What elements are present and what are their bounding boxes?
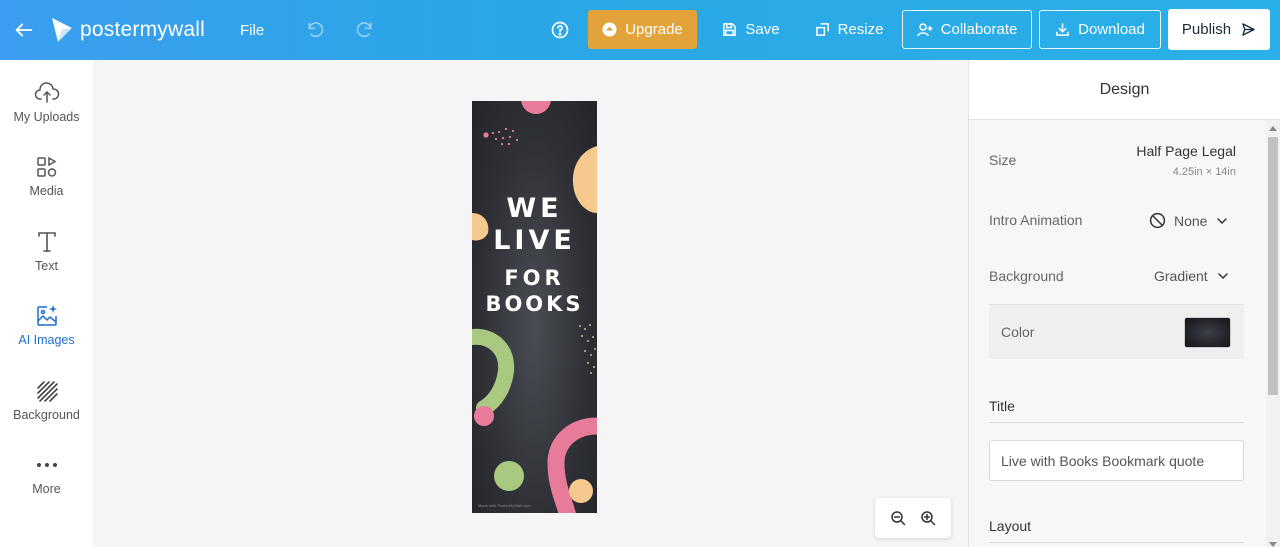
upgrade-icon <box>602 22 617 37</box>
scroll-thumb[interactable] <box>1268 137 1278 395</box>
chevron-down-icon <box>1217 217 1228 224</box>
brand-name: postermywall <box>80 18 205 41</box>
file-menu[interactable]: File <box>240 18 264 42</box>
zoom-controls <box>875 498 951 538</box>
background-icon <box>36 381 58 402</box>
background-value: Gradient <box>1154 268 1208 284</box>
upload-cloud-icon <box>34 82 59 103</box>
resize-button[interactable]: Resize <box>808 10 890 49</box>
sidebar-item-more[interactable]: More <box>0 452 93 496</box>
left-sidebar: My Uploads Media Text AI Images Backgrou… <box>0 60 93 547</box>
undo-icon[interactable] <box>304 18 328 42</box>
color-row: Color <box>989 304 1244 359</box>
color-swatch[interactable] <box>1184 317 1231 348</box>
poster-headline-line-4: BOOKS <box>485 292 584 316</box>
sidebar-item-my-uploads[interactable]: My Uploads <box>0 80 93 124</box>
download-label: Download <box>1078 21 1145 38</box>
zoom-out-icon[interactable] <box>890 510 906 526</box>
redo-icon[interactable] <box>352 18 376 42</box>
poster-headline-line-1: WE <box>506 193 563 224</box>
sidebar-item-background[interactable]: Background <box>0 378 93 422</box>
save-label: Save <box>745 21 780 38</box>
upgrade-label: Upgrade <box>625 21 683 38</box>
zoom-in-icon[interactable] <box>920 510 936 526</box>
logo-mark-icon <box>52 18 72 42</box>
color-label: Color <box>1001 324 1035 340</box>
canvas-area: WE LIVE FOR BOOKS Made with PosterMyWall… <box>93 60 968 547</box>
download-icon <box>1056 23 1070 36</box>
poster-headline-line-3: FOR <box>504 266 565 290</box>
sidebar-item-text[interactable]: Text <box>0 229 93 273</box>
title-heading: Title <box>989 398 1244 423</box>
brand-logo[interactable]: postermywall <box>50 15 205 45</box>
text-icon <box>37 232 56 252</box>
sidebar-item-label: My Uploads <box>13 110 80 124</box>
sidebar-item-label: Background <box>13 408 80 422</box>
poster-watermark: Made with PosterMyWall.com <box>478 503 531 508</box>
panel-scrollbar[interactable] <box>1266 120 1280 547</box>
media-icon <box>36 156 56 177</box>
intro-animation-dropdown[interactable]: None <box>1149 212 1229 229</box>
sidebar-item-ai-images[interactable]: AI Images <box>0 303 93 347</box>
top-toolbar: postermywall File Upgrade Save Resize Co… <box>0 0 1280 60</box>
send-icon <box>1242 23 1255 36</box>
design-panel: Design Size Half Page Legal 4.25in × 14i… <box>968 60 1280 547</box>
resize-icon <box>815 23 829 36</box>
size-label: Size <box>989 152 1017 168</box>
collaborate-label: Collaborate <box>940 21 1018 38</box>
publish-label: Publish <box>1181 21 1232 38</box>
upgrade-button[interactable]: Upgrade <box>588 10 697 49</box>
ai-image-icon <box>36 305 57 326</box>
publish-button[interactable]: Publish <box>1168 9 1270 50</box>
panel-heading: Design <box>969 60 1280 120</box>
more-icon <box>36 463 57 467</box>
scroll-down-arrow-icon[interactable] <box>1269 542 1277 547</box>
poster-canvas[interactable]: WE LIVE FOR BOOKS Made with PosterMyWall… <box>472 101 597 513</box>
no-entry-icon <box>1149 212 1166 229</box>
background-dropdown[interactable]: Gradient <box>1154 268 1230 284</box>
download-button[interactable]: Download <box>1039 10 1161 49</box>
layout-heading: Layout <box>989 518 1244 543</box>
sidebar-item-label: Text <box>35 259 58 273</box>
intro-animation-value: None <box>1174 212 1208 229</box>
sidebar-item-label: AI Images <box>18 333 75 347</box>
resize-label: Resize <box>837 21 884 38</box>
size-value[interactable]: Half Page Legal <box>1136 143 1236 159</box>
help-icon[interactable] <box>548 18 572 42</box>
save-icon <box>723 23 737 36</box>
poster-headline-line-2: LIVE <box>493 225 576 256</box>
title-input[interactable] <box>989 440 1244 481</box>
sidebar-item-media[interactable]: Media <box>0 154 93 198</box>
add-person-icon <box>916 22 933 36</box>
sidebar-item-label: Media <box>29 184 64 198</box>
chevron-down-icon <box>1217 273 1228 280</box>
back-arrow-icon[interactable] <box>12 18 36 42</box>
sidebar-item-label: More <box>32 482 61 496</box>
scroll-up-arrow-icon[interactable] <box>1269 126 1277 131</box>
save-button[interactable]: Save <box>716 10 786 49</box>
intro-animation-label: Intro Animation <box>989 212 1083 228</box>
collaborate-button[interactable]: Collaborate <box>902 10 1032 49</box>
background-label: Background <box>989 268 1064 284</box>
size-dimensions: 4.25in × 14in <box>1172 166 1236 178</box>
